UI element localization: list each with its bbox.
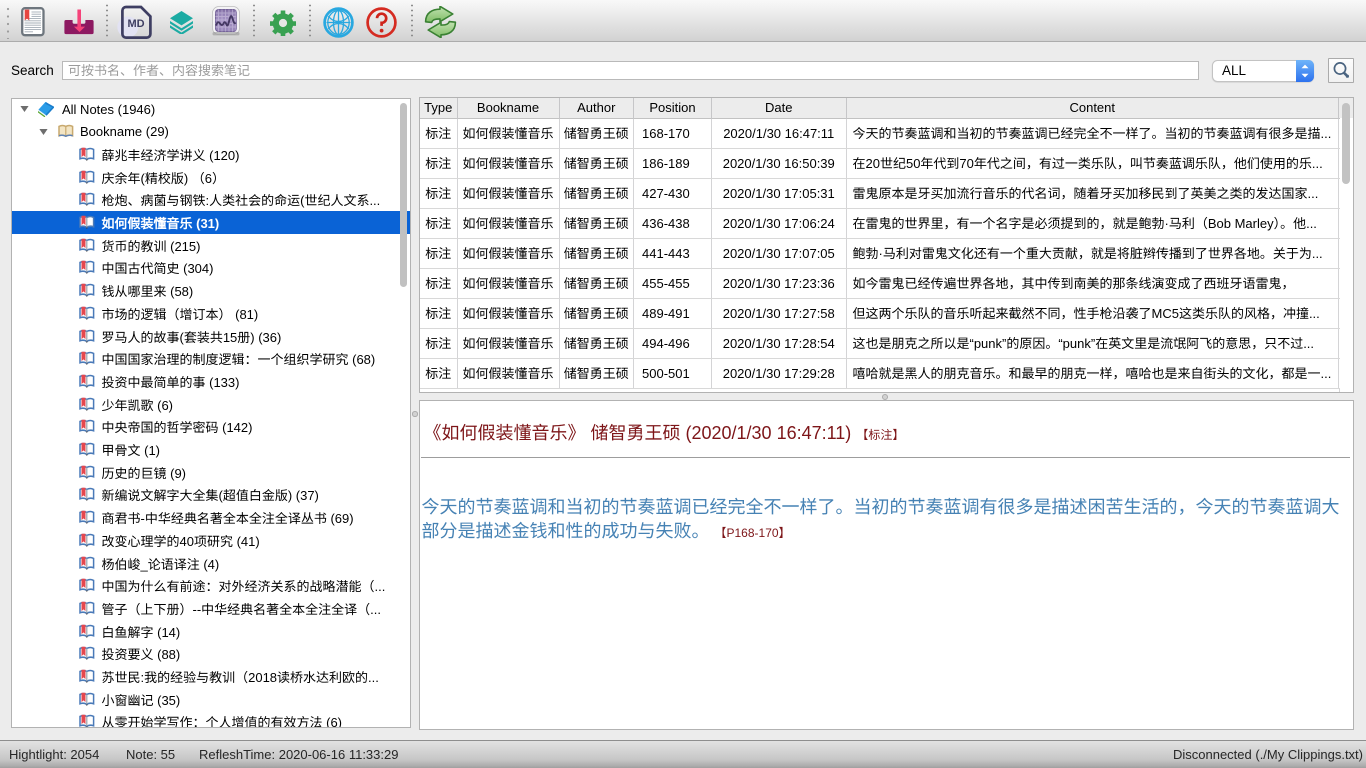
svg-text:MD: MD (127, 18, 144, 30)
